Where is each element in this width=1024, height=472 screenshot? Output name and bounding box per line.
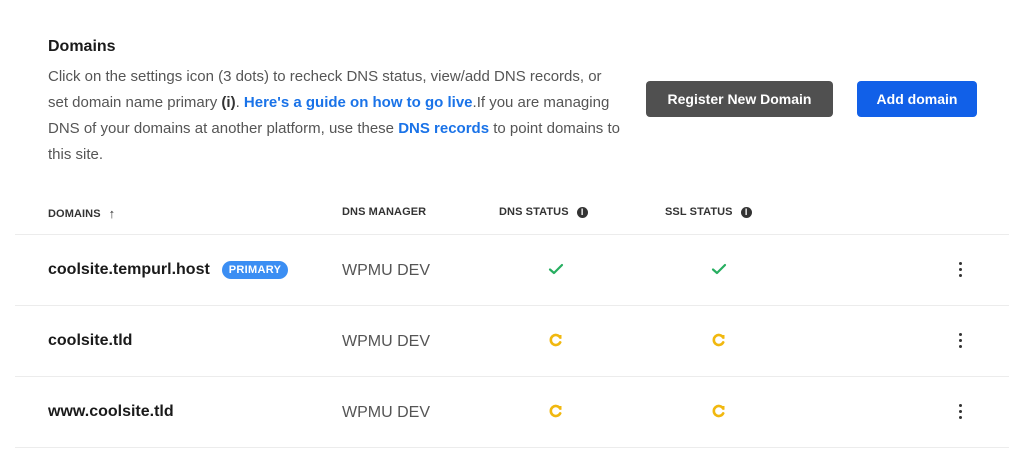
check-icon xyxy=(707,257,731,281)
section-title: Domains xyxy=(48,38,116,55)
arrow-up-icon: ↑ xyxy=(108,206,116,221)
refresh-icon xyxy=(544,328,568,352)
add-domain-button[interactable]: Add domain xyxy=(857,81,977,117)
domain-name-label: coolsite.tempurl.host xyxy=(48,261,210,278)
more-vertical-icon[interactable] xyxy=(950,328,970,352)
refresh-icon xyxy=(544,399,568,423)
more-vertical-icon[interactable] xyxy=(950,257,970,281)
refresh-icon xyxy=(707,328,731,352)
dns-manager: WPMU DEV xyxy=(342,262,430,279)
primary-badge: PRIMARY xyxy=(221,261,289,279)
column-header-ssl-status-label: SSL STATUS xyxy=(665,206,733,218)
column-header-ssl-status: SSL STATUS i xyxy=(665,206,752,218)
refresh-icon xyxy=(707,399,731,423)
domain-name: coolsite.tld xyxy=(48,332,132,350)
guide-link[interactable]: Here's a guide on how to go live xyxy=(244,94,473,111)
table-row: coolsite.tld WPMU DEV xyxy=(0,306,1024,376)
dns-manager: WPMU DEV xyxy=(342,333,430,350)
column-header-dns-manager-label: DNS MANAGER xyxy=(342,206,427,218)
table-row: www.coolsite.tld WPMU DEV xyxy=(0,377,1024,447)
check-icon xyxy=(544,257,568,281)
table-row: coolsite.tempurl.host PRIMARY WPMU DEV xyxy=(0,235,1024,305)
description-text-2: . xyxy=(235,94,244,111)
info-icon[interactable]: i xyxy=(576,206,588,218)
description-info-marker: (i) xyxy=(221,94,236,111)
column-header-domains-label: DOMAINS xyxy=(48,207,101,220)
register-new-domain-button[interactable]: Register New Domain xyxy=(646,81,833,117)
description: Click on the settings icon (3 dots) to r… xyxy=(48,64,623,168)
info-icon[interactable]: i xyxy=(740,206,752,218)
domain-name-label: coolsite.tld xyxy=(48,332,133,349)
column-header-dns-manager: DNS MANAGER xyxy=(342,206,426,218)
column-header-domains[interactable]: DOMAINS ↑ xyxy=(48,206,115,221)
column-header-dns-status-label: DNS STATUS xyxy=(499,206,569,218)
dns-records-link[interactable]: DNS records xyxy=(398,120,489,137)
divider xyxy=(15,447,1009,448)
domain-name: coolsite.tempurl.host PRIMARY xyxy=(48,261,289,279)
column-header-dns-status: DNS STATUS i xyxy=(499,206,588,218)
more-vertical-icon[interactable] xyxy=(950,399,970,423)
dns-manager: WPMU DEV xyxy=(342,404,430,421)
domain-name-label: www.coolsite.tld xyxy=(48,403,174,420)
domain-name: www.coolsite.tld xyxy=(48,403,174,421)
